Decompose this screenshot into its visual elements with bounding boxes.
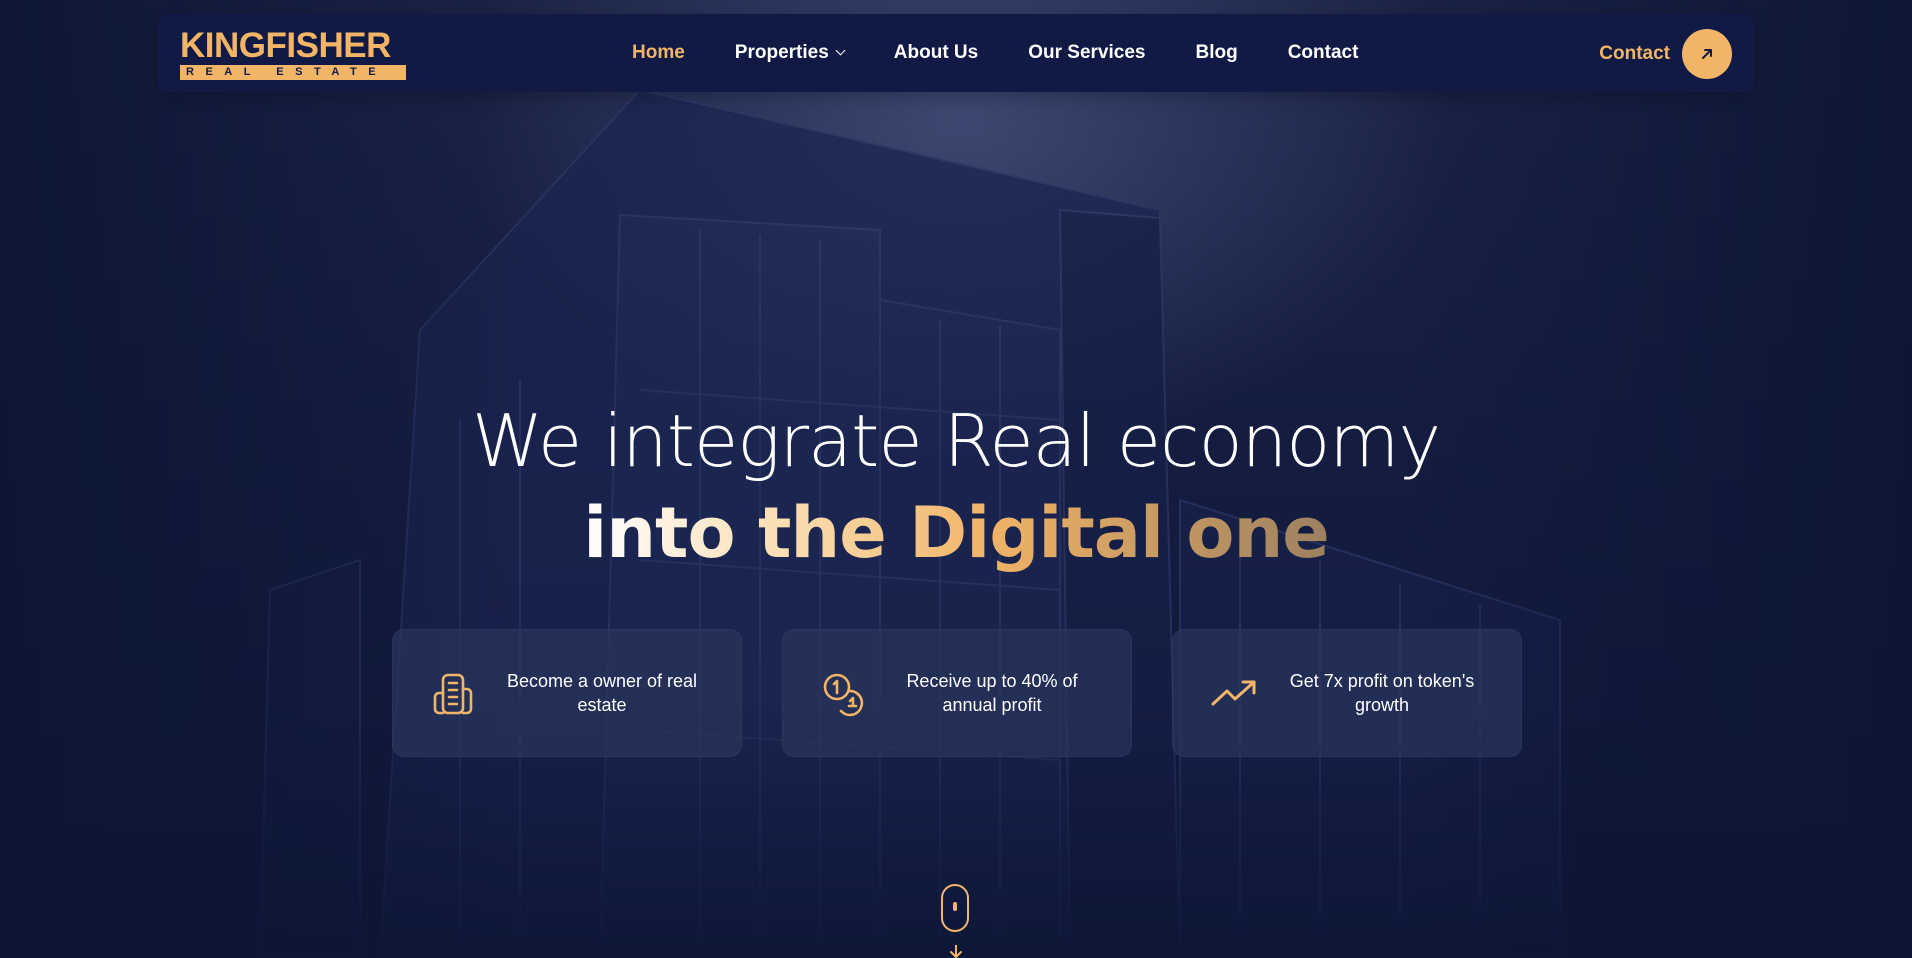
hero-title-line1: We integrate Real economy [471, 399, 1441, 483]
feature-text-profit: Receive up to 40% of annual profit [906, 671, 1078, 715]
logo-wordmark: KINGFISHER [180, 26, 391, 65]
nav-blog[interactable]: Blog [1195, 42, 1237, 64]
arrow-up-right-icon [1682, 29, 1732, 79]
feature-text-growth: Get 7x profit on token's growth [1289, 671, 1475, 715]
contact-cta-label: Contact [1599, 43, 1670, 64]
arrow-down-icon [950, 945, 962, 958]
feature-card-ownership: Become a owner of real estate [392, 629, 742, 757]
kingfisher-logo[interactable]: KINGFISHER REAL ESTATE [180, 28, 410, 80]
feature-card-growth: Get 7x profit on token's growth [1172, 629, 1522, 757]
feature-text-ownership: Become a owner of real estate [506, 671, 698, 715]
scroll-wheel-dot [953, 902, 957, 911]
hero-page: KINGFISHER REAL ESTATE Home Properties A… [0, 0, 1912, 958]
mouse-scroll-icon[interactable] [941, 884, 969, 932]
top-navbar: KINGFISHER REAL ESTATE Home Properties A… [158, 14, 1754, 92]
trending-up-icon [1211, 680, 1256, 706]
nav-home[interactable]: Home [632, 42, 685, 64]
main-menu: Home Properties About Us Our Services Bl… [632, 14, 1408, 92]
nav-properties-label: Properties [734, 42, 829, 63]
building-icon [433, 673, 473, 715]
feature-card-profit: Receive up to 40% of annual profit [782, 629, 1132, 757]
nav-about-us[interactable]: About Us [894, 42, 978, 64]
nav-our-services[interactable]: Our Services [1028, 42, 1145, 64]
hero-title-line2: into the Digital one [0, 488, 1912, 578]
nav-properties[interactable]: Properties [734, 42, 846, 64]
logo-tagline: REAL ESTATE [180, 65, 406, 80]
contact-cta-button[interactable]: Contact [1599, 29, 1732, 79]
nav-contact[interactable]: Contact [1288, 42, 1359, 64]
feature-cards: Become a owner of real estate Receive up… [392, 629, 1522, 757]
coins-icon [823, 673, 864, 717]
hero-title-highlight: into the Digital one [583, 492, 1330, 574]
chevron-down-icon [835, 45, 846, 56]
